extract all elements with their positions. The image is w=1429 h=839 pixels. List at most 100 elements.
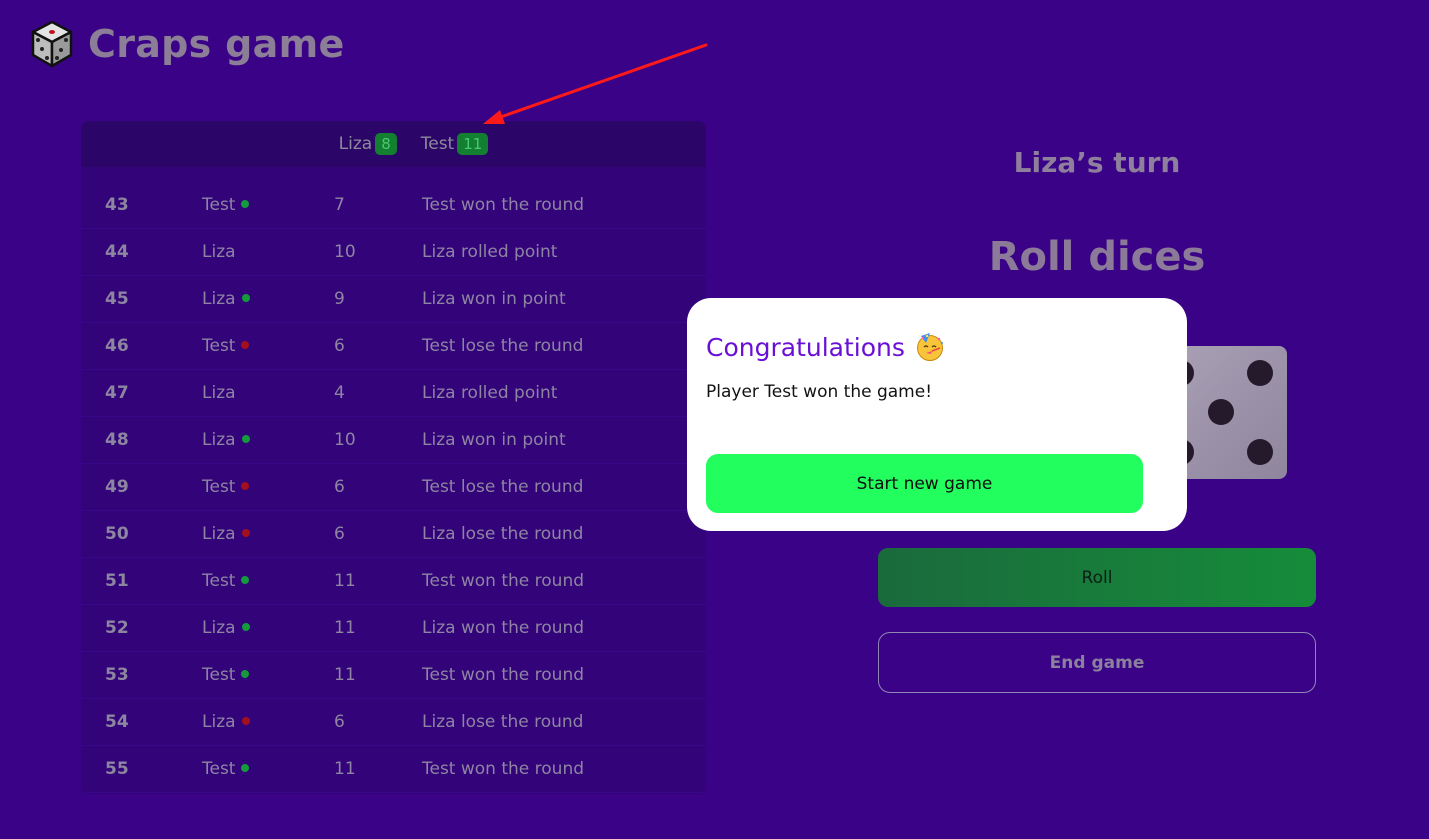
win-status-dot-icon [241,670,250,678]
history-roll-value: 6 [334,336,345,356]
modal-title: Congratulations [706,332,945,362]
start-new-game-button[interactable]: Start new game [706,454,1143,513]
history-row: 48 Liza 10 Liza won in point [81,417,706,464]
history-round-number: 47 [105,383,129,403]
history-result: Liza rolled point [422,242,558,262]
score-player-liza: Liza 8 [339,133,397,155]
history-roll-value: 6 [334,712,345,732]
history-roll-value: 6 [334,477,345,497]
history-player: Liza [202,618,250,638]
win-status-dot-icon [241,623,250,631]
history-row: 43 Test 7 Test won the round [81,182,706,229]
score-player-name: Liza [338,134,373,154]
history-result: Test won the round [422,665,585,685]
dice-icon [31,20,73,68]
history-roll-value: 11 [334,618,356,638]
history-row: 51 Test 11 Test won the round [81,558,706,605]
history-row: 52 Liza 11 Liza won the round [81,605,706,652]
history-player-name: Test [202,571,236,591]
history-result: Test won the round [422,759,585,779]
end-game-button[interactable]: End game [878,632,1316,693]
history-round-number: 43 [105,195,129,215]
history-result: Test won the round [422,571,585,591]
history-player-name: Liza [202,712,236,732]
history-player: Liza [202,289,250,309]
history-player: Liza [202,242,236,262]
history-round-number: 52 [105,618,129,638]
score-player-name: Test [420,134,455,154]
roll-button[interactable]: Roll [878,548,1316,607]
game-history-panel: Liza 8 Test 11 43 Test 7 Test won the round… [81,121,706,794]
lose-status-dot-icon [241,529,250,537]
history-player: Liza [202,524,250,544]
lose-status-dot-icon [241,717,250,725]
history-result: Liza won the round [422,618,585,638]
history-roll-value: 9 [334,289,345,309]
score-badge: 11 [457,133,489,155]
score-player-test: Test 11 [421,133,489,155]
win-status-dot-icon [241,764,250,772]
history-player: Liza [202,712,250,732]
history-row: 49 Test 6 Test lose the round [81,464,706,511]
app-header: Craps game [30,20,345,68]
history-roll-value: 10 [334,430,356,450]
history-result: Test lose the round [422,336,584,356]
history-roll-value: 11 [334,665,356,685]
history-player: Test [202,195,250,215]
win-status-dot-icon [241,294,250,302]
party-face-icon [916,333,943,361]
history-row: 45 Liza 9 Liza won in point [81,276,706,323]
history-player: Test [202,571,250,591]
lose-status-dot-icon [241,341,250,349]
history-row: 50 Liza 6 Liza lose the round [81,511,706,558]
history-player-name: Liza [202,383,236,403]
die-pip [1247,360,1273,386]
history-roll-value: 11 [334,759,356,779]
die-pip [1247,439,1273,465]
history-round-number: 55 [105,759,129,779]
history-row: 54 Liza 6 Liza lose the round [81,699,706,746]
history-round-number: 49 [105,477,129,497]
roll-heading: Roll dices [988,234,1206,280]
winner-modal: Congratulations Player Test won the game… [687,298,1187,531]
history-result: Test lose the round [422,477,584,497]
history-roll-value: 4 [334,383,345,403]
history-player-name: Liza [202,524,236,544]
history-player-name: Test [202,336,236,356]
history-row: 55 Test 11 Test won the round [81,746,706,793]
history-player: Test [202,759,250,779]
lose-status-dot-icon [241,482,250,490]
history-row: 46 Test 6 Test lose the round [81,323,706,370]
history-result: Liza lose the round [422,712,584,732]
die-pip [1208,399,1234,425]
history-player-name: Liza [202,618,236,638]
history-player-name: Liza [202,430,236,450]
history-result: Test won the round [422,195,585,215]
history-result: Liza won in point [422,289,566,309]
history-roll-value: 11 [334,571,356,591]
history-player-name: Test [202,477,236,497]
history-player-name: Test [202,665,236,685]
history-player: Liza [202,430,250,450]
history-round-number: 53 [105,665,129,685]
history-player: Test [202,477,250,497]
app-title: Craps game [88,22,345,66]
history-roll-value: 6 [334,524,345,544]
history-round-number: 51 [105,571,129,591]
annotation-arrow-icon [483,43,708,124]
history-list[interactable]: 43 Test 7 Test won the round 44 Liza 10 Liza ro… [81,167,706,794]
modal-message: Player Test won the game! [706,382,933,402]
history-round-number: 46 [105,336,129,356]
history-row: 47 Liza 4 Liza rolled point [81,370,706,417]
history-result: Liza won in point [422,430,566,450]
modal-title-text: Congratulations [706,332,905,362]
history-round-number: 50 [105,524,129,544]
history-player-name: Test [202,759,236,779]
turn-label: Liza’s turn [1013,146,1181,179]
history-player-name: Liza [202,289,236,309]
history-player: Test [202,336,250,356]
history-result: Liza lose the round [422,524,584,544]
win-status-dot-icon [241,576,250,584]
history-row: 44 Liza 10 Liza rolled point [81,229,706,276]
history-player: Test [202,665,250,685]
